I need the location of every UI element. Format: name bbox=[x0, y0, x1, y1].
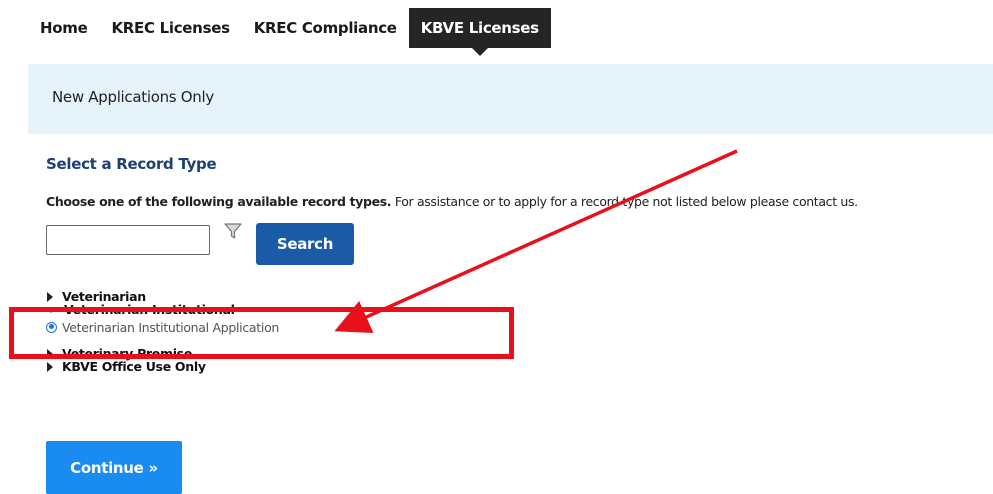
instructions-bold: Choose one of the following available re… bbox=[46, 194, 392, 209]
record-type-option-label: Veterinarian Institutional Application bbox=[62, 319, 280, 335]
tab-krec-licenses[interactable]: KREC Licenses bbox=[99, 8, 241, 48]
tab-home[interactable]: Home bbox=[28, 8, 99, 48]
caret-right-icon bbox=[47, 291, 53, 302]
search-button[interactable]: Search bbox=[256, 223, 354, 265]
caret-right-icon bbox=[47, 348, 53, 359]
tree-item-veterinarian-institutional[interactable]: Veterinarian Institutional bbox=[46, 303, 279, 316]
page-banner: New Applications Only bbox=[28, 64, 993, 134]
record-type-tree: Veterinarian Veterinarian Institutional … bbox=[46, 290, 279, 373]
filter-icon[interactable] bbox=[224, 223, 242, 241]
continue-button[interactable]: Continue » bbox=[46, 441, 182, 494]
caret-down-icon bbox=[46, 306, 56, 313]
tab-kbve-licenses[interactable]: KBVE Licenses bbox=[408, 8, 551, 56]
instructions-rest: For assistance or to apply for a record … bbox=[391, 194, 858, 209]
tab-krec-compliance[interactable]: KREC Compliance bbox=[242, 8, 409, 48]
top-navigation: Home KREC Licenses KREC Compliance KBVE … bbox=[28, 8, 551, 56]
banner-title: New Applications Only bbox=[52, 88, 214, 106]
record-type-option[interactable]: Veterinarian Institutional Application bbox=[46, 319, 279, 335]
annotation-arrow-line bbox=[334, 149, 738, 333]
section-title: Select a Record Type bbox=[46, 155, 217, 173]
radio-selected-icon[interactable] bbox=[46, 321, 57, 333]
tree-item-kbve-office-use-only[interactable]: KBVE Office Use Only bbox=[46, 360, 279, 373]
instructions-text: Choose one of the following available re… bbox=[46, 194, 858, 209]
tree-item-label: KBVE Office Use Only bbox=[62, 359, 206, 374]
search-input[interactable] bbox=[46, 225, 210, 255]
caret-right-icon bbox=[47, 361, 53, 372]
tree-item-label: Veterinarian Institutional bbox=[64, 302, 235, 317]
